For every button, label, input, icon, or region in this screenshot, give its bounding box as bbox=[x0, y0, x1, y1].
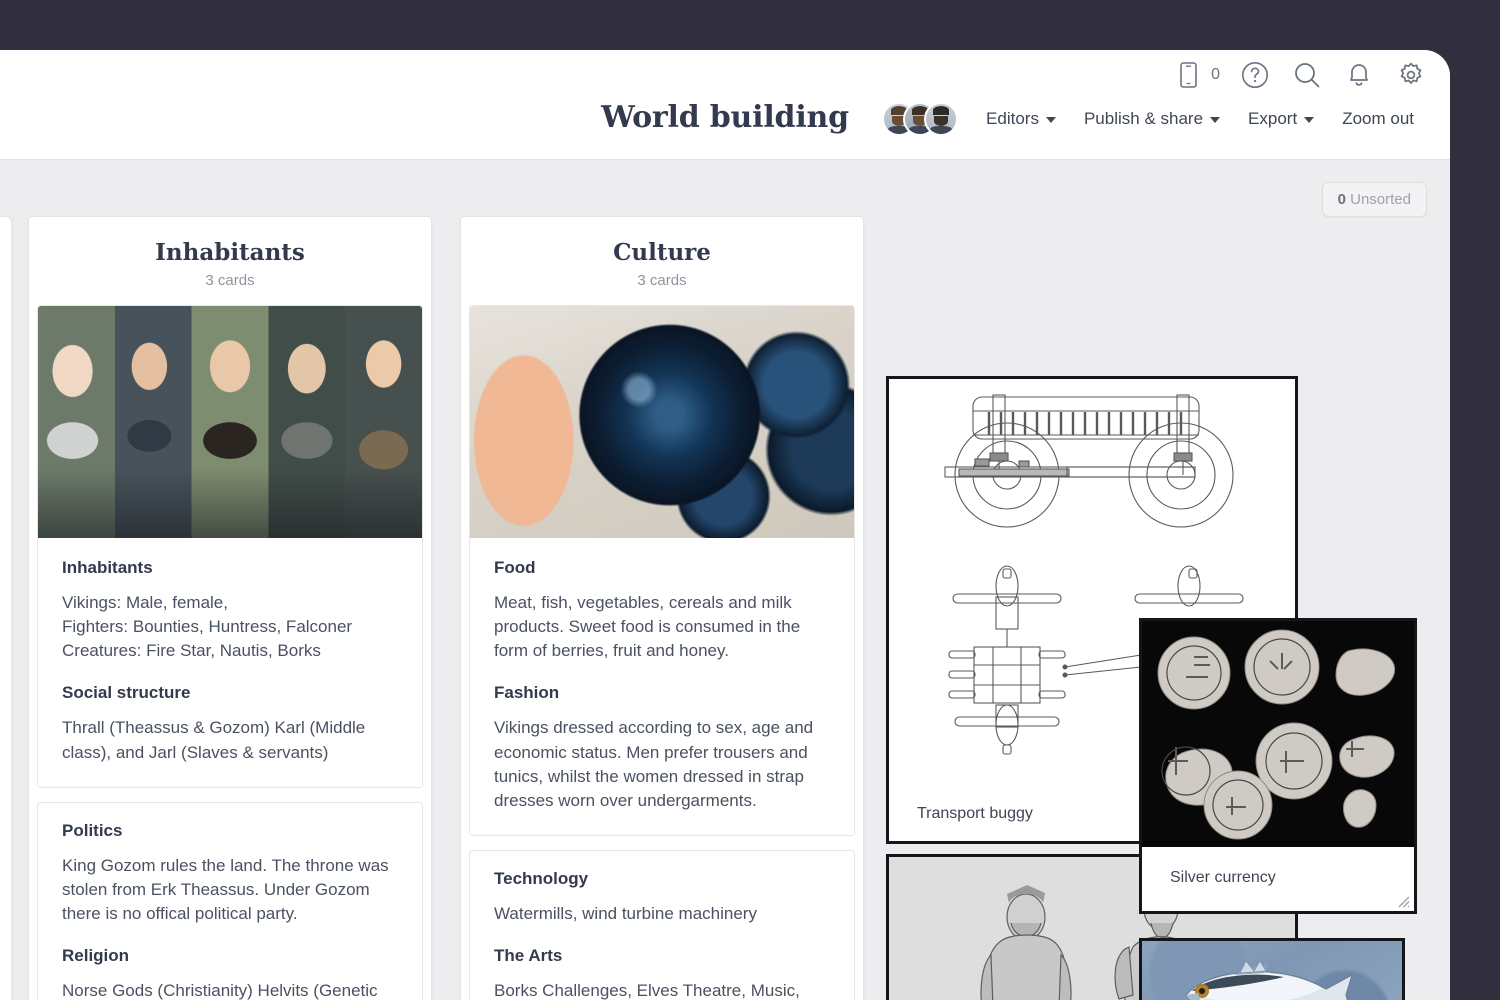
resize-handle[interactable] bbox=[1394, 892, 1410, 908]
export-button[interactable]: Export bbox=[1234, 103, 1328, 135]
editor-avatars[interactable] bbox=[882, 102, 959, 136]
unsorted-label: Unsorted bbox=[1350, 191, 1411, 208]
top-bar: 0 World building Editors Publish & share… bbox=[0, 50, 1450, 160]
column-body: Inhabitants Vikings: Male, female, Fight… bbox=[29, 305, 431, 1000]
labradorite-sphere-image bbox=[470, 306, 854, 538]
field-value: King Gozom rules the land. The throne wa… bbox=[62, 855, 389, 923]
search-icon[interactable] bbox=[1290, 58, 1324, 92]
card-food-fashion[interactable]: Food Meat, fish, vegetables, cereals and… bbox=[469, 305, 855, 836]
card-fields: Food Meat, fish, vegetables, cereals and… bbox=[470, 538, 854, 835]
utility-icon-bar: 0 bbox=[1171, 58, 1428, 92]
field-value: Watermills, wind turbine machinery bbox=[494, 903, 757, 923]
app-window: 0 World building Editors Publish & share… bbox=[0, 50, 1450, 1000]
chevron-down-icon bbox=[1304, 117, 1315, 123]
column-title: Inhabitants bbox=[155, 239, 305, 266]
chevron-down-icon bbox=[1045, 117, 1056, 123]
silver-coins-image bbox=[1142, 621, 1414, 847]
gear-icon[interactable] bbox=[1394, 58, 1428, 92]
field-value: Vikings: Male, female, Fighters: Bountie… bbox=[62, 593, 353, 661]
field-label: Food bbox=[494, 558, 536, 577]
editors-button[interactable]: Editors bbox=[972, 103, 1070, 135]
column-body: Food Meat, fish, vegetables, cereals and… bbox=[461, 305, 863, 1000]
card-fields: Inhabitants Vikings: Male, female, Fight… bbox=[38, 538, 422, 787]
card-fields: Technology Watermills, wind turbine mach… bbox=[470, 851, 854, 1000]
card-fields: Politics King Gozom rules the land. The … bbox=[38, 803, 422, 1000]
field-value: Norse Gods (Christianity) Helvits (Genet… bbox=[62, 981, 378, 1000]
unsorted-count: 0 bbox=[1337, 191, 1346, 208]
media-caption: Silver currency bbox=[1170, 869, 1276, 886]
device-icon[interactable] bbox=[1171, 58, 1205, 92]
bell-icon[interactable] bbox=[1342, 58, 1376, 92]
field-label: The Arts bbox=[494, 946, 563, 965]
unsorted-badge[interactable]: 0 Unsorted bbox=[1321, 182, 1427, 217]
column-header: Culture 3 cards bbox=[461, 217, 863, 305]
field-label: Religion bbox=[62, 946, 130, 965]
publish-share-button[interactable]: Publish & share bbox=[1070, 103, 1234, 135]
page-title-text: World building bbox=[601, 100, 849, 135]
column-card-count: 3 cards bbox=[637, 272, 687, 289]
card-politics[interactable]: Politics King Gozom rules the land. The … bbox=[37, 801, 423, 1000]
chevron-down-icon bbox=[1210, 117, 1221, 123]
field-value: Meat, fish, vegetables, cereals and milk… bbox=[494, 593, 801, 661]
device-count: 0 bbox=[1211, 66, 1220, 83]
media-card-silver-currency[interactable]: Silver currency bbox=[1139, 618, 1417, 914]
column-culture[interactable]: Culture 3 cards Food Meat, fish, vegetab… bbox=[460, 216, 864, 1000]
card-inhabitants[interactable]: Inhabitants Vikings: Male, female, Fight… bbox=[37, 305, 423, 788]
field-label: Social structure bbox=[62, 683, 191, 703]
field-label: Inhabitants bbox=[62, 558, 153, 577]
herring-fish-image bbox=[1142, 941, 1402, 1000]
column-inhabitants[interactable]: Inhabitants 3 cards Inhabitants Vikings:… bbox=[28, 216, 432, 1000]
column-peek-left[interactable] bbox=[0, 216, 12, 1000]
field-label: Technology bbox=[494, 868, 589, 888]
media-card-staple-food[interactable]: Staple food: pickled herring bbox=[1139, 938, 1405, 1000]
publish-share-label: Publish & share bbox=[1083, 109, 1204, 128]
field-value: Thrall (Theassus & Gozom) Karl (Middle c… bbox=[62, 718, 366, 762]
export-label: Export bbox=[1248, 109, 1298, 128]
device-preview-button[interactable]: 0 bbox=[1171, 58, 1220, 92]
avatar[interactable] bbox=[924, 102, 959, 136]
field-value: Borks Challenges, Elves Theatre, Music, bbox=[494, 981, 800, 1000]
column-title: Culture bbox=[613, 239, 711, 266]
topbar-actions: Editors Publish & share Export Zoom out bbox=[882, 102, 1428, 136]
zoom-out-button[interactable]: Zoom out bbox=[1328, 103, 1428, 135]
field-label: Fashion bbox=[494, 683, 560, 703]
column-card-count: 3 cards bbox=[205, 272, 255, 289]
column-header: Inhabitants 3 cards bbox=[29, 217, 431, 305]
field-value: Vikings dressed according to sex, age an… bbox=[494, 718, 814, 810]
help-icon[interactable] bbox=[1238, 58, 1272, 92]
viking-characters-image bbox=[38, 306, 422, 538]
card-technology-arts[interactable]: Technology Watermills, wind turbine mach… bbox=[469, 849, 855, 1000]
board-canvas[interactable]: 0 Unsorted Inhabitants 3 cards Inhabitan… bbox=[0, 160, 1450, 1000]
field-label: Politics bbox=[62, 820, 123, 840]
zoom-out-label: Zoom out bbox=[1342, 109, 1414, 128]
editors-label: Editors bbox=[986, 109, 1039, 128]
desktop-backdrop: 0 World building Editors Publish & share… bbox=[0, 0, 1500, 1000]
